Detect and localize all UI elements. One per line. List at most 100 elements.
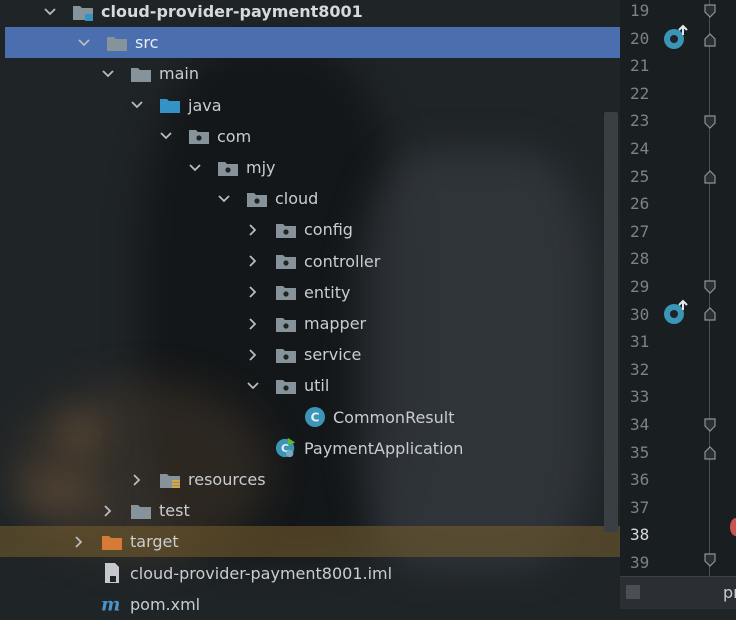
chevron-right-icon[interactable] — [129, 472, 145, 488]
package-icon — [275, 315, 297, 333]
chevron-down-icon[interactable] — [216, 191, 232, 207]
chevron-right-icon[interactable] — [245, 284, 261, 300]
line-number: 25 — [630, 166, 650, 186]
editor-tab-strip[interactable]: pr — [620, 576, 736, 609]
tree-item-pom-xml[interactable]: m pom.xml — [0, 589, 620, 620]
chevron-right-icon[interactable] — [100, 503, 116, 519]
tree-item-label: resources — [188, 470, 266, 489]
tree-item-entity[interactable]: entity — [0, 277, 620, 308]
tree-item-cloud-provider-payment8001-iml[interactable]: cloud-provider-payment8001.iml — [0, 558, 620, 589]
package-icon — [275, 283, 297, 301]
folder-icon — [130, 65, 152, 83]
chevron-down-icon[interactable] — [129, 97, 145, 113]
tree-item-src[interactable]: src — [5, 27, 620, 59]
tree-item-cloud[interactable]: cloud — [0, 183, 620, 214]
java-class-icon: C — [304, 407, 326, 428]
fold-marker-icon[interactable] — [703, 115, 717, 129]
tree-item-com[interactable]: com — [0, 121, 620, 152]
tree-item-label: com — [217, 126, 252, 146]
project-tree: cloud-provider-payment8001 src main java com… — [0, 0, 620, 614]
tree-item-label: CommonResult — [333, 407, 455, 427]
package-icon — [275, 221, 297, 239]
fold-marker-icon[interactable] — [703, 170, 717, 184]
editor-tab-label[interactable]: pr — [723, 583, 736, 602]
tree-item-label: pom.xml — [130, 594, 201, 614]
tree-item-label: controller — [304, 251, 381, 271]
chevron-down-icon[interactable] — [158, 128, 174, 144]
project-tree-scrollbar[interactable] — [604, 112, 618, 532]
resources-folder-icon — [159, 471, 181, 489]
chevron-down-icon[interactable] — [245, 378, 261, 394]
maven-icon: m — [101, 595, 123, 613]
fold-marker-icon[interactable] — [703, 33, 717, 47]
tree-item-label: mapper — [304, 314, 367, 333]
tree-item-config[interactable]: config — [0, 214, 620, 245]
tree-item-label: test — [159, 501, 190, 521]
tree-item-resources[interactable]: resources — [0, 464, 620, 495]
package-icon — [275, 252, 297, 270]
tree-item-label: config — [304, 220, 353, 240]
line-number: 24 — [630, 139, 650, 158]
iml-file-icon — [101, 563, 123, 584]
line-number: 33 — [630, 387, 650, 407]
fold-marker-icon[interactable] — [703, 418, 717, 432]
line-number: 26 — [630, 194, 650, 214]
error-marker — [730, 518, 736, 536]
chevron-down-icon[interactable] — [42, 4, 58, 20]
package-icon — [246, 190, 268, 208]
chevron-down-icon[interactable] — [187, 160, 203, 176]
fold-marker-icon[interactable] — [703, 4, 717, 18]
line-number: 28 — [630, 249, 650, 269]
fold-marker-icon[interactable] — [703, 553, 717, 567]
line-number: 36 — [630, 470, 650, 490]
tree-item-label: cloud-provider-payment8001.iml — [130, 563, 393, 583]
fold-marker-icon[interactable] — [703, 307, 717, 321]
fold-marker-icon[interactable] — [703, 280, 717, 294]
tree-item-mapper[interactable]: mapper — [0, 308, 620, 339]
tree-item-label: main — [159, 64, 199, 84]
chevron-right-icon[interactable] — [245, 253, 261, 269]
package-icon — [275, 346, 297, 364]
line-number: 34 — [630, 415, 650, 434]
tree-item-test[interactable]: test — [0, 495, 620, 526]
excluded-folder-icon — [101, 533, 123, 551]
tree-item-label: service — [304, 345, 362, 365]
line-number: 21 — [630, 56, 650, 76]
package-icon — [217, 159, 239, 177]
folder-icon — [130, 502, 152, 520]
tree-item-paymentapplication[interactable]: C PaymentApplication — [0, 433, 620, 464]
module-folder-icon — [72, 3, 94, 21]
line-number: 19 — [630, 1, 650, 20]
line-number: 32 — [630, 359, 650, 379]
tree-item-cloud-provider-payment8001[interactable]: cloud-provider-payment8001 — [0, 0, 620, 27]
chevron-down-icon[interactable] — [100, 66, 116, 82]
tree-item-label: src — [135, 33, 159, 53]
folder-icon — [106, 34, 128, 52]
chevron-down-icon[interactable] — [76, 35, 92, 51]
spring-boot-class-icon: C — [275, 438, 297, 458]
tree-item-target[interactable]: target — [0, 526, 620, 558]
tree-item-util[interactable]: util — [0, 370, 620, 401]
tree-item-mjy[interactable]: mjy — [0, 152, 620, 183]
override-method-icon[interactable] — [662, 298, 690, 326]
tree-item-label: cloud-provider-payment8001 — [101, 2, 363, 21]
tree-item-commonresult[interactable]: C CommonResult — [0, 402, 620, 433]
line-number: 31 — [630, 332, 650, 352]
override-method-icon[interactable] — [662, 23, 690, 51]
tree-item-service[interactable]: service — [0, 339, 620, 370]
chevron-right-icon[interactable] — [245, 316, 261, 332]
svg-text:m: m — [101, 595, 120, 613]
chevron-right-icon[interactable] — [71, 534, 87, 550]
scroll-thumb[interactable] — [626, 585, 640, 599]
tree-item-label: cloud — [275, 189, 319, 209]
fold-guide-line — [709, 0, 710, 608]
fold-marker-icon[interactable] — [703, 446, 717, 460]
tree-item-main[interactable]: main — [0, 58, 620, 89]
source-folder-icon — [159, 96, 181, 114]
tree-item-controller[interactable]: controller — [0, 246, 620, 277]
chevron-right-icon[interactable] — [245, 347, 261, 363]
tree-item-java[interactable]: java — [0, 90, 620, 121]
chevron-right-icon[interactable] — [245, 222, 261, 238]
line-number: 38 — [630, 525, 650, 545]
tree-item-label: mjy — [246, 158, 276, 177]
